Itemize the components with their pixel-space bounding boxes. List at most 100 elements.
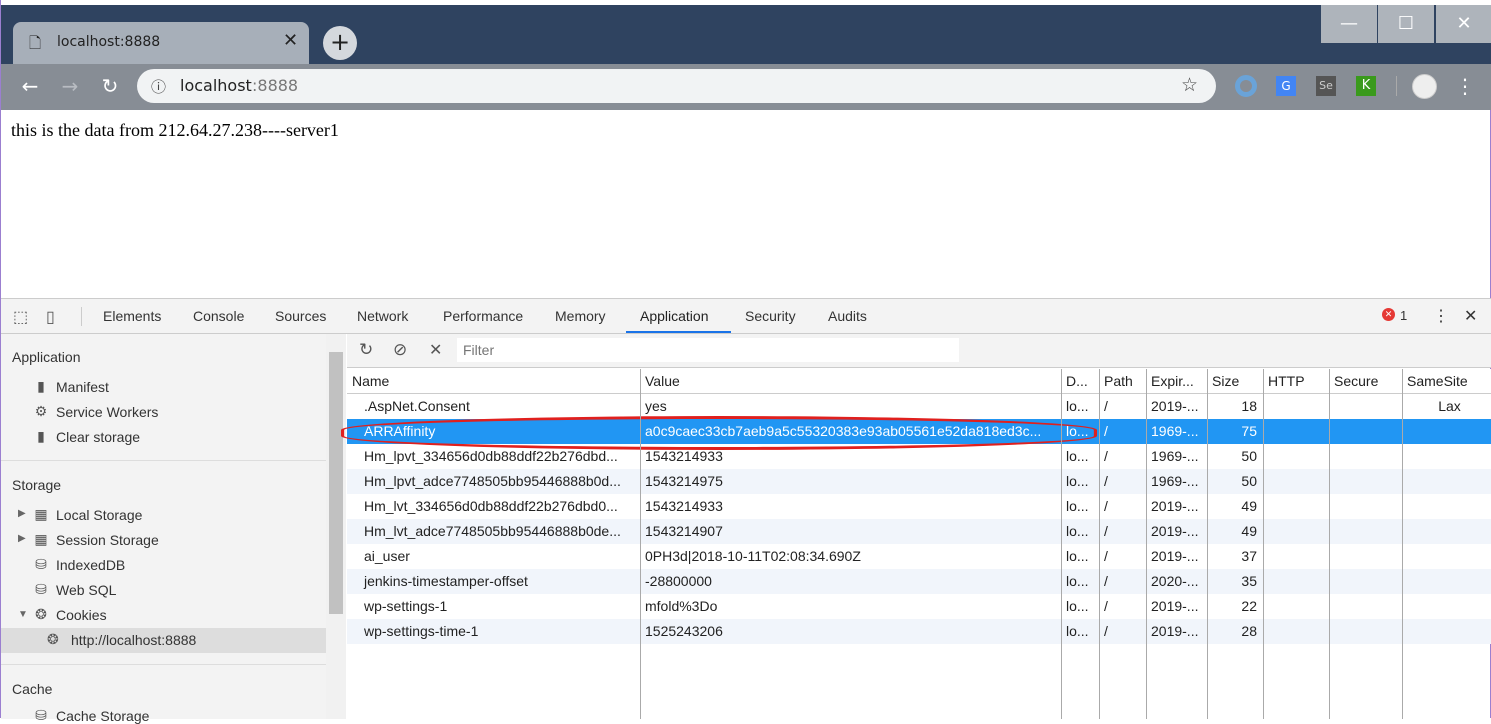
cell-secure (1329, 394, 1402, 419)
table-row[interactable]: .AspNet.Consent yes lo.../2019-... 18 Lax (347, 394, 1491, 419)
table-row[interactable]: Hm_lvt_334656d0db88ddf22b276dbd0... 15432… (347, 494, 1491, 519)
cookie-icon: ❂ (35, 606, 47, 622)
cell-size: 18 (1241, 398, 1257, 414)
tab-title: localhost:8888 (57, 34, 161, 50)
gear-icon: ⚙ (34, 403, 48, 419)
section-cache: Cache (12, 681, 53, 697)
tab-elements[interactable]: Elements (103, 308, 161, 324)
table-row[interactable]: Hm_lpvt_adce7748505bb95446888b0d... 15432… (347, 469, 1491, 494)
google-translate-icon[interactable]: G (1276, 76, 1296, 96)
tab-network[interactable]: Network (357, 308, 408, 324)
cell-domain: lo... (1066, 623, 1089, 639)
tab-audits[interactable]: Audits (828, 308, 867, 324)
table-row[interactable]: wp-settings-time-1 1525243206 lo... / 2019-.… (347, 619, 1491, 644)
column-header-domain[interactable]: D... (1061, 369, 1099, 394)
extension-k-icon[interactable]: K (1356, 76, 1376, 96)
column-header-samesite[interactable]: SameSite (1402, 369, 1491, 394)
tab-console[interactable]: Console (193, 308, 244, 324)
sidebar-item-clear-storage[interactable]: Clear storage (56, 429, 140, 445)
devtools-menu-icon[interactable]: ⋮ (1433, 306, 1449, 326)
refresh-icon[interactable]: ↻ (359, 340, 373, 360)
filter-input[interactable] (457, 338, 959, 362)
cell-http (1263, 419, 1329, 444)
column-header-name[interactable]: Name (347, 369, 640, 394)
column-header-expires[interactable]: Expir... (1146, 369, 1207, 394)
browser-tab[interactable]: 🗋 localhost:8888 ✕ (13, 22, 309, 64)
cell-expires: 1969-... (1151, 423, 1199, 439)
cell-secure (1329, 494, 1402, 519)
close-devtools-icon[interactable]: ✕ (1464, 306, 1477, 326)
column-header-path[interactable]: Path (1099, 369, 1146, 394)
table-row[interactable]: jenkins-timestamper-offset -28800000 lo...… (347, 569, 1491, 594)
minimize-button[interactable]: — (1321, 5, 1377, 43)
delete-selected-icon[interactable]: ✕ (429, 340, 442, 360)
menu-kebab-icon[interactable]: ⋮ (1453, 74, 1477, 98)
expand-arrow-icon[interactable]: ▶ (18, 508, 26, 519)
table-header: Name Value D... Path Expir... Size HTTP Secure S… (347, 369, 1491, 394)
expand-arrow-icon[interactable]: ▶ (18, 533, 26, 544)
forward-icon[interactable]: → (58, 74, 82, 98)
cell-http (1263, 494, 1329, 519)
reload-icon[interactable]: ↻ (98, 74, 122, 98)
cell-secure (1329, 619, 1402, 644)
scrollbar-thumb[interactable] (329, 352, 343, 614)
table-row[interactable]: Hm_lvt_adce7748505bb95446888b0de... 15432… (347, 519, 1491, 544)
sidebar-item-indexeddb[interactable]: IndexedDB (56, 557, 125, 573)
profile-avatar[interactable] (1412, 74, 1437, 99)
back-icon[interactable]: ← (18, 74, 42, 98)
selenium-icon[interactable]: Se (1316, 76, 1336, 96)
close-tab-icon[interactable]: ✕ (283, 30, 298, 51)
cell-http (1263, 469, 1329, 494)
maximize-button[interactable]: ☐ (1378, 5, 1434, 43)
cell-name: wp-settings-1 (364, 598, 448, 614)
cookie-origin-label: http://localhost:8888 (71, 632, 197, 648)
tab-application[interactable]: Application (640, 308, 709, 324)
cell-domain: lo... (1066, 448, 1089, 464)
sidebar-item-manifest[interactable]: Manifest (56, 379, 109, 395)
collapse-arrow-icon[interactable]: ▼ (18, 609, 28, 620)
sidebar-item-cookie-origin[interactable]: ❂ http://localhost:8888 (1, 628, 326, 653)
column-header-value[interactable]: Value (640, 369, 1061, 394)
sidebar-item-cache-storage[interactable]: Cache Storage (56, 708, 149, 724)
cell-size: 50 (1241, 448, 1257, 464)
sidebar-scrollbar[interactable] (326, 334, 346, 719)
cell-expires: 2019-... (1151, 598, 1199, 614)
cell-domain: lo... (1066, 548, 1089, 564)
close-window-button[interactable]: ✕ (1436, 5, 1491, 43)
sidebar-item-service-workers[interactable]: Service Workers (56, 404, 158, 420)
column-header-http[interactable]: HTTP (1263, 369, 1329, 394)
table-row[interactable]: ai_user 0PH3d|2018-10-11T02:08:34.690Z lo.… (347, 544, 1491, 569)
extension-ring-icon[interactable] (1235, 75, 1257, 97)
cell-value: 1543214933 (645, 498, 723, 514)
table-row[interactable]: wp-settings-1 mfold%3Do lo... / 2019-... 22 (347, 594, 1491, 619)
column-header-size[interactable]: Size (1207, 369, 1263, 394)
address-bar[interactable]: ⓘ localhost :8888 ☆ (137, 69, 1216, 103)
bookmark-star-icon[interactable]: ☆ (1181, 74, 1198, 96)
file-icon: ▮ (37, 378, 45, 394)
inspect-element-icon[interactable]: ⬚ (13, 307, 28, 327)
tab-performance[interactable]: Performance (443, 308, 523, 324)
tab-security[interactable]: Security (745, 308, 796, 324)
clear-all-icon[interactable]: ⊘ (393, 340, 407, 360)
tab-memory[interactable]: Memory (555, 308, 606, 324)
tab-sources[interactable]: Sources (275, 308, 326, 324)
device-toolbar-icon[interactable]: ▯ (46, 307, 55, 327)
sidebar-item-web-sql[interactable]: Web SQL (56, 582, 116, 598)
cell-http (1263, 394, 1329, 419)
cell-http (1263, 569, 1329, 594)
sidebar-item-cookies[interactable]: Cookies (56, 607, 107, 623)
cell-path: / (1104, 623, 1108, 639)
section-application: Application (12, 349, 81, 365)
new-tab-button[interactable]: + (323, 26, 357, 60)
error-icon[interactable]: ✕ (1382, 308, 1395, 321)
cell-value: 1525243206 (645, 623, 723, 639)
error-count[interactable]: 1 (1400, 308, 1407, 323)
cell-samesite (1402, 544, 1491, 569)
grid-icon: ▦ (34, 531, 48, 547)
sidebar-item-local-storage[interactable]: Local Storage (56, 507, 142, 523)
cell-value: 0PH3d|2018-10-11T02:08:34.690Z (645, 548, 861, 564)
column-header-secure[interactable]: Secure (1329, 369, 1402, 394)
url-host: localhost (180, 76, 252, 95)
cell-samesite (1402, 494, 1491, 519)
sidebar-item-session-storage[interactable]: Session Storage (56, 532, 159, 548)
